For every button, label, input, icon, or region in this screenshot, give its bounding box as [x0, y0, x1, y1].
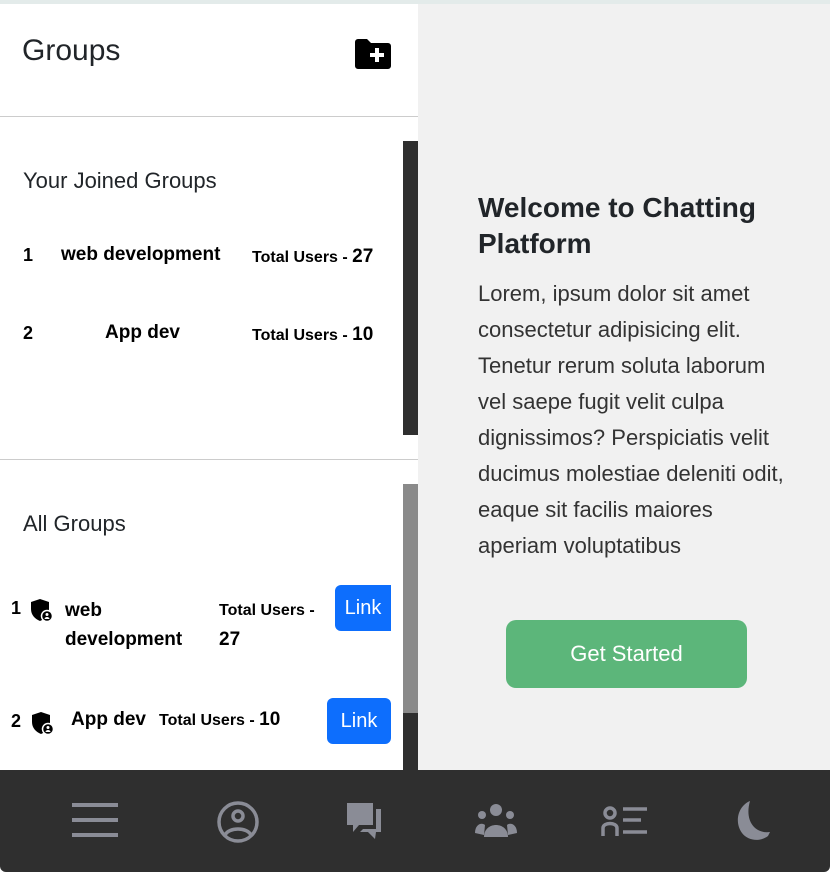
group-name: App dev — [105, 322, 180, 343]
user-circle-icon[interactable] — [216, 800, 260, 849]
groups-panel: Groups Your Joined Groups 1 web developm… — [0, 4, 418, 770]
chat-icon[interactable] — [347, 803, 387, 844]
total-users: Total Users - 27 — [252, 246, 374, 267]
folder-plus-icon[interactable] — [353, 38, 393, 75]
group-icon[interactable] — [474, 803, 518, 844]
contacts-icon[interactable] — [601, 806, 649, 841]
link-button[interactable]: Link — [327, 698, 391, 744]
shield-user-icon — [30, 598, 54, 627]
group-name: App dev — [71, 709, 146, 730]
bottom-nav — [0, 770, 830, 872]
total-users: Total Users - 10 — [252, 324, 374, 345]
page-title: Groups — [22, 34, 121, 67]
moon-icon[interactable] — [732, 800, 774, 847]
item-index: 2 — [23, 323, 34, 343]
welcome-title: Welcome to Chatting Platform — [478, 192, 756, 259]
divider — [0, 459, 418, 460]
get-started-button[interactable]: Get Started — [506, 620, 747, 688]
welcome-panel: Welcome to Chatting Platform Lorem, ipsu… — [418, 4, 830, 770]
group-name: web development — [61, 244, 221, 265]
all-groups-heading: All Groups — [23, 511, 126, 536]
scrollbar-track[interactable] — [403, 484, 418, 770]
item-index: 1 — [11, 598, 22, 618]
scrollbar[interactable] — [403, 141, 418, 435]
shield-user-icon — [31, 711, 55, 740]
total-users: Total Users - 10 — [159, 709, 281, 730]
welcome-text: Lorem, ipsum dolor sit amet consectetur … — [478, 281, 784, 558]
scrollbar-thumb[interactable] — [403, 484, 418, 713]
item-index: 2 — [11, 711, 22, 731]
joined-groups-heading: Your Joined Groups — [23, 168, 217, 193]
divider — [0, 116, 418, 117]
link-button[interactable]: Link — [335, 585, 391, 631]
total-users: Total Users - 27 — [219, 602, 315, 650]
group-name: web development — [65, 600, 183, 650]
menu-icon[interactable] — [72, 803, 120, 844]
item-index: 1 — [23, 245, 34, 265]
